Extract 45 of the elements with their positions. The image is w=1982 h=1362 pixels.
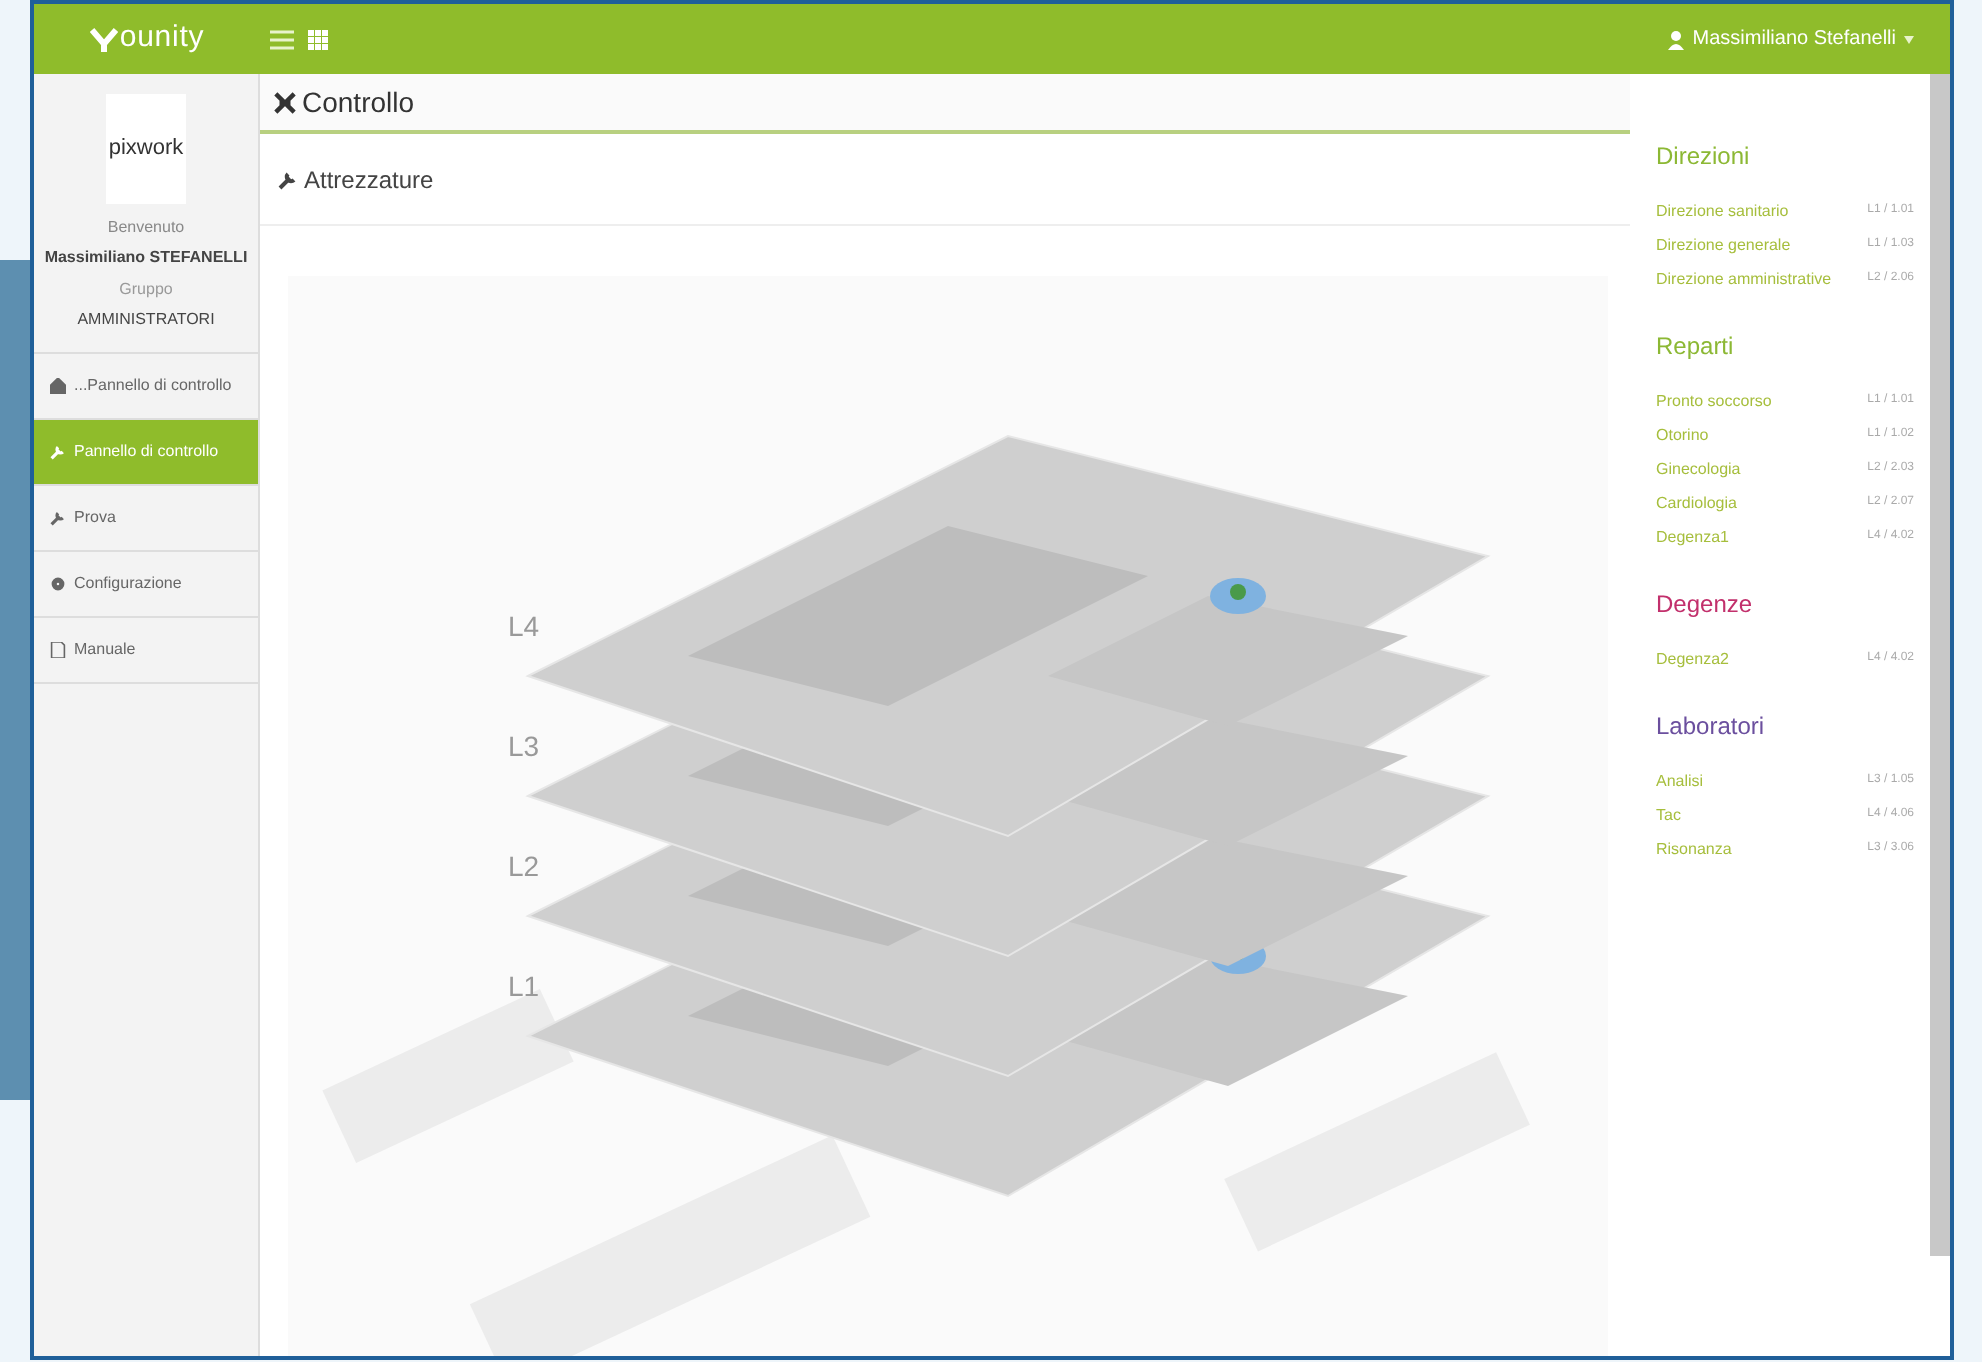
section-title: Attrezzature: [304, 163, 434, 198]
home-icon: [50, 378, 66, 394]
legend-heading: Laboratori: [1656, 710, 1767, 744]
legend-heading: Degenze: [1656, 588, 1755, 622]
legend-link[interactable]: Direzione generale: [1656, 233, 1791, 257]
floor-label: L2: [508, 850, 540, 882]
legend-link[interactable]: Cardiologia: [1656, 491, 1737, 515]
user-menu[interactable]: Massimiliano Stefanelli: [1668, 24, 1914, 54]
user-name: Massimiliano STEFANELLI: [44, 246, 248, 270]
floor-label: L3: [508, 730, 540, 762]
legend-link[interactable]: Degenza1: [1656, 525, 1729, 549]
caret-icon: [1904, 35, 1914, 43]
nav-item[interactable]: Manuale: [34, 618, 258, 684]
user-icon: [1668, 29, 1685, 49]
grid-icon[interactable]: [308, 29, 328, 49]
wrench-icon: [50, 444, 66, 460]
nav-item[interactable]: Configurazione: [34, 552, 258, 618]
nav-item[interactable]: Pannello di controllo: [34, 420, 258, 486]
app-logo: ounity: [119, 18, 205, 59]
legend-link[interactable]: Pronto soccorso: [1656, 389, 1772, 413]
nav-item[interactable]: Prova: [34, 486, 258, 552]
page-title: Controllo: [302, 83, 415, 122]
legend-heading: Direzioni: [1656, 140, 1752, 174]
welcome-text: Benvenuto: [107, 216, 185, 240]
legend-link[interactable]: Risonanza: [1656, 837, 1732, 861]
document-icon: [50, 642, 66, 658]
legend-heading: Reparti: [1656, 330, 1736, 364]
wrench-icon: [278, 169, 298, 190]
group-name: AMMINISTRATORI: [77, 308, 215, 332]
menu-icon[interactable]: [270, 29, 294, 49]
brand-logo: pixwork: [106, 94, 186, 204]
wrench-icon: [50, 510, 66, 526]
group-label: Gruppo: [119, 278, 173, 302]
legend-link[interactable]: Direzione amministrative: [1656, 267, 1832, 291]
floor-label: L4: [508, 610, 540, 642]
gear-icon: [50, 576, 66, 592]
legend-link[interactable]: Degenza2: [1656, 647, 1729, 671]
floor-label: L1: [508, 970, 540, 1002]
legend-link[interactable]: Tac: [1656, 803, 1681, 827]
logo-icon: [89, 25, 118, 53]
legend-link[interactable]: Direzione sanitario: [1656, 199, 1789, 223]
scrollbar[interactable]: [1930, 74, 1950, 1256]
legend-link[interactable]: Ginecologia: [1656, 457, 1741, 481]
legend-link[interactable]: Otorino: [1656, 423, 1709, 447]
legend-link[interactable]: Analisi: [1656, 769, 1704, 793]
